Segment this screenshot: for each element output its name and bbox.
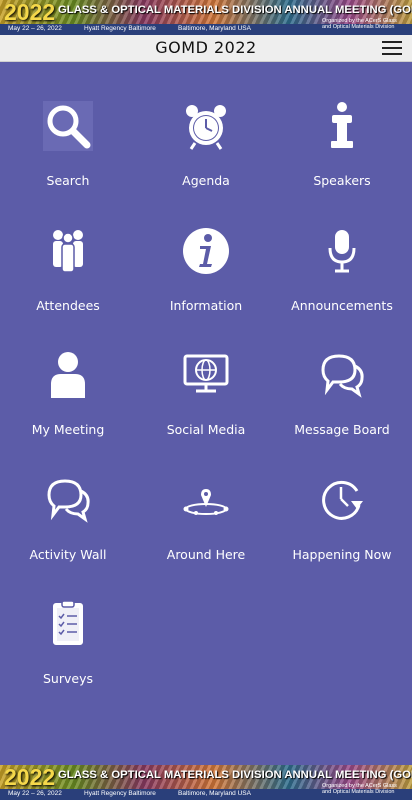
alarm-clock-icon xyxy=(181,101,231,151)
tile-attendees[interactable]: Attendees xyxy=(3,226,133,316)
banner-dates: May 22 – 26, 2022 xyxy=(8,25,62,32)
globe-monitor-icon xyxy=(181,350,231,400)
tile-label: Information xyxy=(169,298,243,313)
bottom-banner[interactable]: 2022 GLASS & OPTICAL MATERIALS DIVISION … xyxy=(0,765,412,800)
tile-label: Activity Wall xyxy=(29,547,107,562)
tile-label: Message Board xyxy=(294,422,390,437)
tile-speakers[interactable]: Speakers xyxy=(277,101,407,191)
tile-agenda[interactable]: Agenda xyxy=(141,101,271,191)
tile-label: Surveys xyxy=(43,671,93,686)
tile-activity-wall[interactable]: Activity Wall xyxy=(3,475,133,565)
banner-headline: GLASS & OPTICAL MATERIALS DIVISION ANNUA… xyxy=(58,4,412,16)
banner-organizer: Organized by the ACerS Glass and Optical… xyxy=(322,18,397,30)
chat-bubbles-icon xyxy=(317,350,367,400)
tile-label: Speakers xyxy=(313,173,371,188)
banner-headline: GLASS & OPTICAL MATERIALS DIVISION ANNUA… xyxy=(58,769,412,781)
tile-label: Social Media xyxy=(166,422,246,437)
tile-social-media[interactable]: Social Media xyxy=(141,350,271,440)
people-icon xyxy=(43,226,93,276)
microphone-icon xyxy=(317,226,367,276)
menu-grid: Search Agenda Speakers Attendees Informa… xyxy=(0,61,412,765)
banner-venue: Hyatt Regency Baltimore xyxy=(84,790,156,797)
banner-venue: Hyatt Regency Baltimore xyxy=(84,25,156,32)
podium-icon xyxy=(317,101,367,151)
tile-my-meeting[interactable]: My Meeting xyxy=(3,350,133,440)
clock-arrow-icon xyxy=(317,475,367,525)
banner-location: Baltimore, Maryland USA xyxy=(178,790,251,797)
app-header: GOMD 2022 xyxy=(0,35,412,62)
hamburger-menu-button[interactable] xyxy=(382,40,402,56)
tile-label: Agenda xyxy=(182,173,230,188)
tile-label: Search xyxy=(46,173,90,188)
tile-message-board[interactable]: Message Board xyxy=(277,350,407,440)
tile-surveys[interactable]: Surveys xyxy=(3,599,133,689)
banner-year: 2022 xyxy=(4,0,56,25)
menu-line-icon xyxy=(382,41,402,43)
tile-information[interactable]: Information xyxy=(141,226,271,316)
chat-bubbles-icon xyxy=(43,475,93,525)
banner-dates: May 22 – 26, 2022 xyxy=(8,790,62,797)
tile-label: My Meeting xyxy=(31,422,105,437)
banner-location: Baltimore, Maryland USA xyxy=(178,25,251,32)
map-pin-icon xyxy=(181,475,231,525)
tile-around-here[interactable]: Around Here xyxy=(141,475,271,565)
tile-label: Around Here xyxy=(166,547,246,562)
tile-happening-now[interactable]: Happening Now xyxy=(277,475,407,565)
page-title: GOMD 2022 xyxy=(155,38,257,57)
info-icon xyxy=(181,226,231,276)
tile-label: Attendees xyxy=(36,298,100,313)
banner-year: 2022 xyxy=(4,765,56,790)
menu-line-icon xyxy=(382,53,402,55)
search-icon xyxy=(43,101,93,151)
clipboard-icon xyxy=(43,599,93,649)
tile-label: Announcements xyxy=(291,298,393,313)
tile-announcements[interactable]: Announcements xyxy=(277,226,407,316)
banner-organizer: Organized by the ACerS Glass and Optical… xyxy=(322,783,397,795)
tile-search[interactable]: Search xyxy=(3,101,133,191)
person-icon xyxy=(43,350,93,400)
tile-label: Happening Now xyxy=(292,547,392,562)
menu-line-icon xyxy=(382,47,402,49)
top-banner[interactable]: 2022 GLASS & OPTICAL MATERIALS DIVISION … xyxy=(0,0,412,35)
